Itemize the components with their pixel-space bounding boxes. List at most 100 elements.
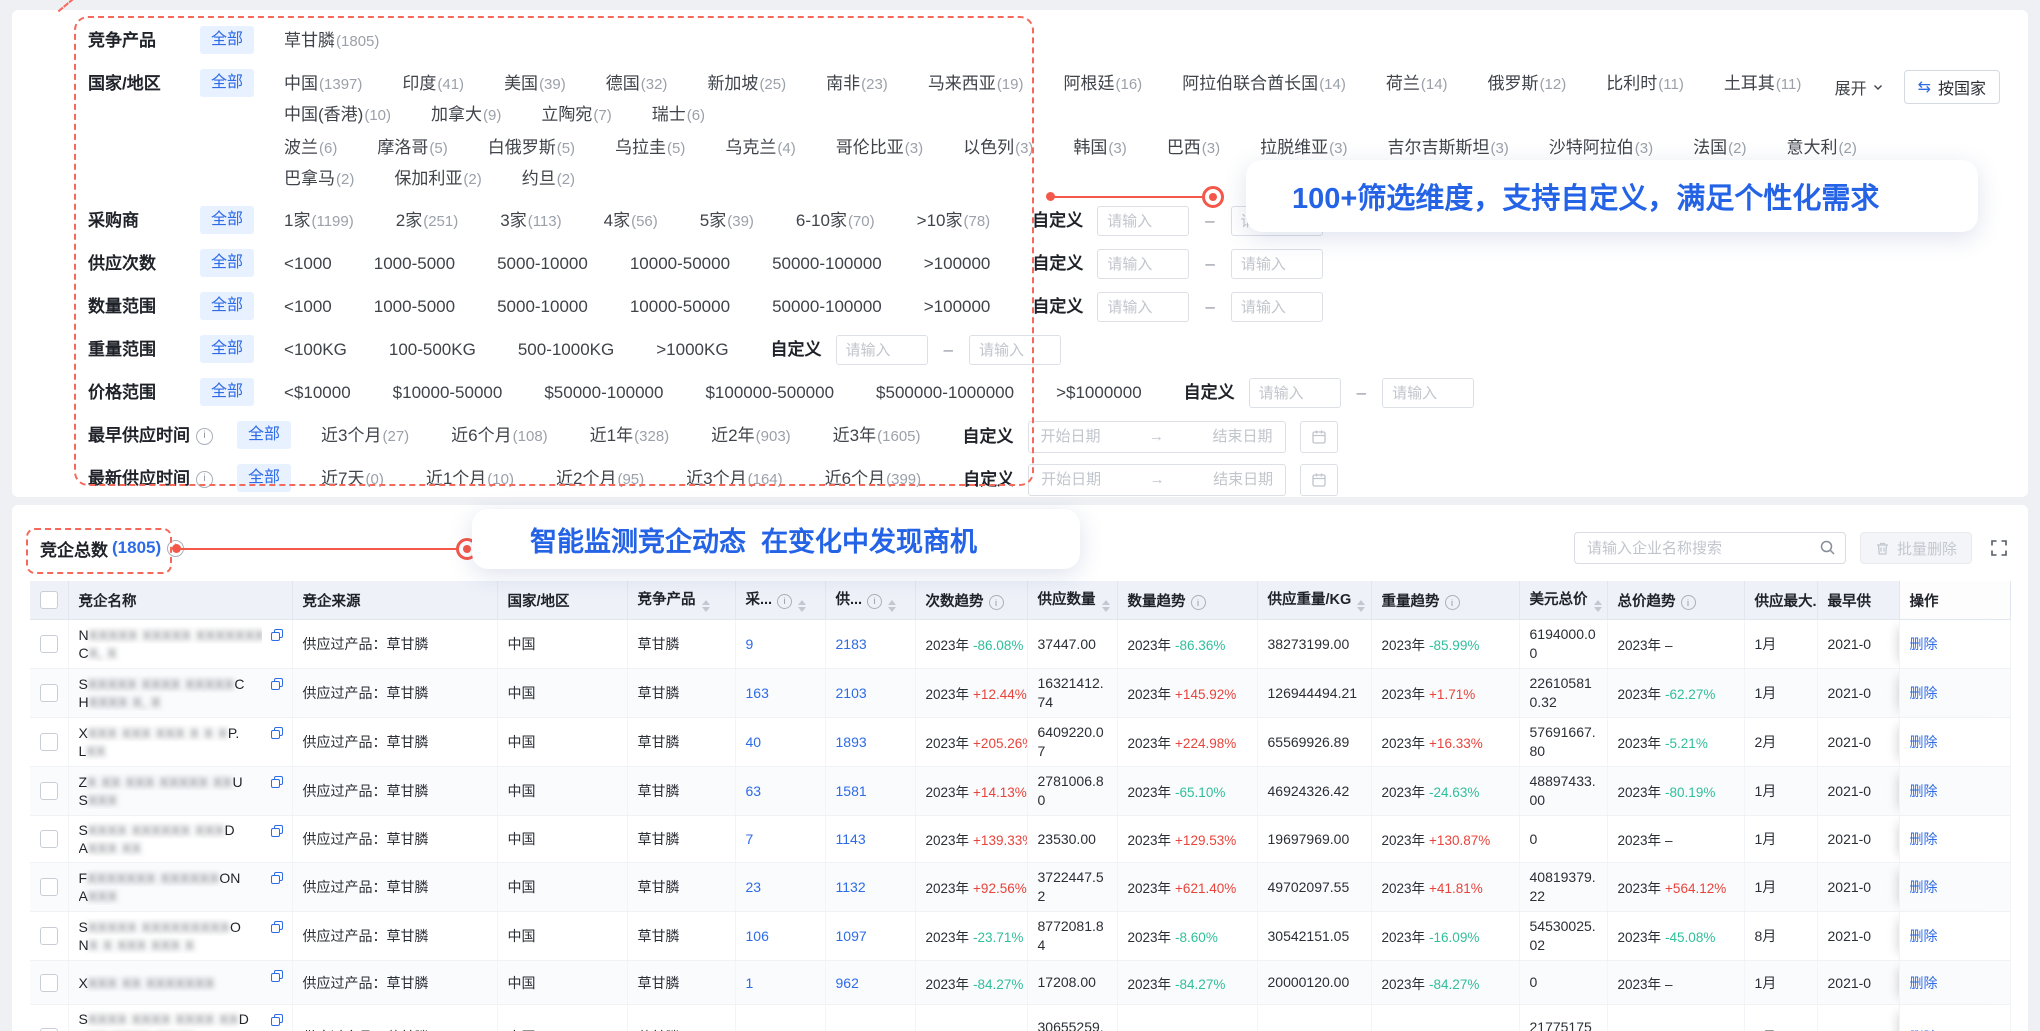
col-header-5[interactable]: 采...i: [735, 581, 825, 620]
range-max-input[interactable]: [969, 335, 1061, 365]
select-all-checkbox[interactable]: [40, 591, 58, 609]
delete-link[interactable]: 删除: [1910, 928, 1938, 944]
custom-label[interactable]: 自定义: [1032, 206, 1083, 236]
filter-option[interactable]: 巴西(3): [1167, 133, 1220, 164]
buyer-count-link[interactable]: 40: [746, 734, 762, 750]
search-icon[interactable]: [1819, 539, 1836, 561]
buyer-count-link[interactable]: 23: [746, 879, 762, 895]
filter-all-chip[interactable]: 全部: [200, 335, 254, 363]
filter-option[interactable]: >$1000000: [1056, 378, 1142, 408]
filter-option[interactable]: 土耳其(11): [1724, 69, 1802, 100]
copy-icon[interactable]: [270, 871, 284, 885]
copy-icon[interactable]: [270, 1013, 284, 1027]
sort-asc-caret[interactable]: [1594, 600, 1602, 605]
filter-option[interactable]: 立陶宛(7): [541, 100, 611, 131]
sort-desc-caret[interactable]: [798, 607, 806, 612]
range-min-input[interactable]: [1097, 206, 1189, 236]
custom-label[interactable]: 自定义: [963, 465, 1014, 495]
sort-icon[interactable]: [798, 600, 806, 612]
delete-link[interactable]: 删除: [1910, 783, 1938, 799]
filter-option[interactable]: 500-1000KG: [518, 335, 614, 365]
calendar-icon[interactable]: [1300, 464, 1338, 496]
filter-option[interactable]: 4家(56): [604, 206, 658, 237]
filter-all-chip[interactable]: 全部: [200, 292, 254, 320]
delete-link[interactable]: 删除: [1910, 636, 1938, 652]
custom-label[interactable]: 自定义: [1032, 292, 1083, 322]
filter-option[interactable]: 近3个月(27): [321, 421, 409, 452]
filter-option[interactable]: 近2年(903): [711, 421, 791, 452]
filter-option[interactable]: 3家(113): [500, 206, 561, 237]
batch-delete-button[interactable]: 批量删除: [1860, 532, 1972, 564]
range-min-input[interactable]: [1249, 378, 1341, 408]
sort-icon[interactable]: [1594, 600, 1602, 612]
fullscreen-icon[interactable]: [1990, 539, 2008, 557]
filter-option[interactable]: 5000-10000: [497, 292, 588, 322]
sort-desc-caret[interactable]: [1594, 607, 1602, 612]
by-country-button[interactable]: ⇆ 按国家: [1904, 70, 2000, 104]
range-min-input[interactable]: [836, 335, 928, 365]
delete-link[interactable]: 删除: [1910, 734, 1938, 750]
filter-option[interactable]: $100000-500000: [705, 378, 834, 408]
filter-all-chip[interactable]: 全部: [237, 421, 291, 449]
range-max-input[interactable]: [1382, 378, 1474, 408]
buyer-count-link[interactable]: 106: [746, 928, 769, 944]
col-header-8[interactable]: 供应数量: [1027, 581, 1117, 620]
filter-option[interactable]: >1000KG: [656, 335, 728, 365]
filter-option[interactable]: 韩国(3): [1073, 133, 1126, 164]
filter-option[interactable]: 哥伦比亚(3): [836, 133, 923, 164]
filter-option[interactable]: >100000: [924, 249, 991, 279]
delete-link[interactable]: 删除: [1910, 975, 1938, 991]
filter-option[interactable]: 中国(1397): [284, 69, 362, 100]
copy-icon[interactable]: [270, 628, 284, 642]
filter-option[interactable]: 乌克兰(4): [725, 133, 795, 164]
filter-option[interactable]: 近7天(0): [321, 464, 384, 495]
buyer-count-link[interactable]: 9: [746, 636, 754, 652]
copy-icon[interactable]: [270, 969, 284, 983]
row-checkbox[interactable]: [40, 782, 58, 800]
col-header-12[interactable]: 美元总价: [1519, 581, 1607, 620]
supply-count-link[interactable]: 2103: [836, 685, 867, 701]
filter-all-chip[interactable]: 全部: [200, 69, 254, 97]
filter-option[interactable]: 近1个月(10): [426, 464, 514, 495]
buyer-count-link[interactable]: 63: [746, 783, 762, 799]
sort-icon[interactable]: [702, 600, 710, 612]
filter-option[interactable]: 马来西亚(19): [928, 69, 1024, 100]
filter-option[interactable]: 巴拿马(2): [284, 164, 354, 195]
filter-option[interactable]: 以色列(3): [963, 133, 1033, 164]
custom-label[interactable]: 自定义: [1032, 249, 1083, 279]
row-checkbox[interactable]: [40, 974, 58, 992]
custom-label[interactable]: 自定义: [963, 422, 1014, 452]
filter-option[interactable]: $10000-50000: [393, 378, 503, 408]
filter-option[interactable]: 近6个月(108): [451, 421, 548, 452]
sort-desc-caret[interactable]: [702, 607, 710, 612]
sort-icon[interactable]: [1102, 600, 1110, 612]
sort-asc-caret[interactable]: [702, 600, 710, 605]
copy-icon[interactable]: [270, 677, 284, 691]
buyer-count-link[interactable]: 1: [746, 975, 754, 991]
row-checkbox[interactable]: [40, 635, 58, 653]
filter-option[interactable]: 5家(39): [700, 206, 754, 237]
copy-icon[interactable]: [270, 824, 284, 838]
filter-option[interactable]: 1家(1199): [284, 206, 354, 237]
range-min-input[interactable]: [1097, 292, 1189, 322]
filter-option[interactable]: 白俄罗斯(5): [488, 133, 575, 164]
copy-icon[interactable]: [270, 920, 284, 934]
filter-option[interactable]: <1000: [284, 249, 332, 279]
filter-option[interactable]: 50000-100000: [772, 249, 882, 279]
filter-option[interactable]: 南非(23): [826, 69, 888, 100]
filter-option[interactable]: 2家(251): [396, 206, 459, 237]
filter-option[interactable]: 约旦(2): [522, 164, 575, 195]
buyer-count-link[interactable]: 163: [746, 685, 769, 701]
filter-option[interactable]: 瑞士(6): [652, 100, 705, 131]
sort-asc-caret[interactable]: [888, 600, 896, 605]
filter-all-chip[interactable]: 全部: [237, 464, 291, 492]
filter-option[interactable]: <100KG: [284, 335, 347, 365]
row-checkbox[interactable]: [40, 927, 58, 945]
sort-desc-caret[interactable]: [1102, 607, 1110, 612]
custom-label[interactable]: 自定义: [1184, 378, 1235, 408]
sort-asc-caret[interactable]: [1357, 600, 1365, 605]
filter-option[interactable]: 10000-50000: [630, 292, 730, 322]
filter-option[interactable]: 美国(39): [504, 69, 566, 100]
filter-option[interactable]: 近2个月(95): [556, 464, 644, 495]
filter-option[interactable]: 波兰(6): [284, 133, 337, 164]
